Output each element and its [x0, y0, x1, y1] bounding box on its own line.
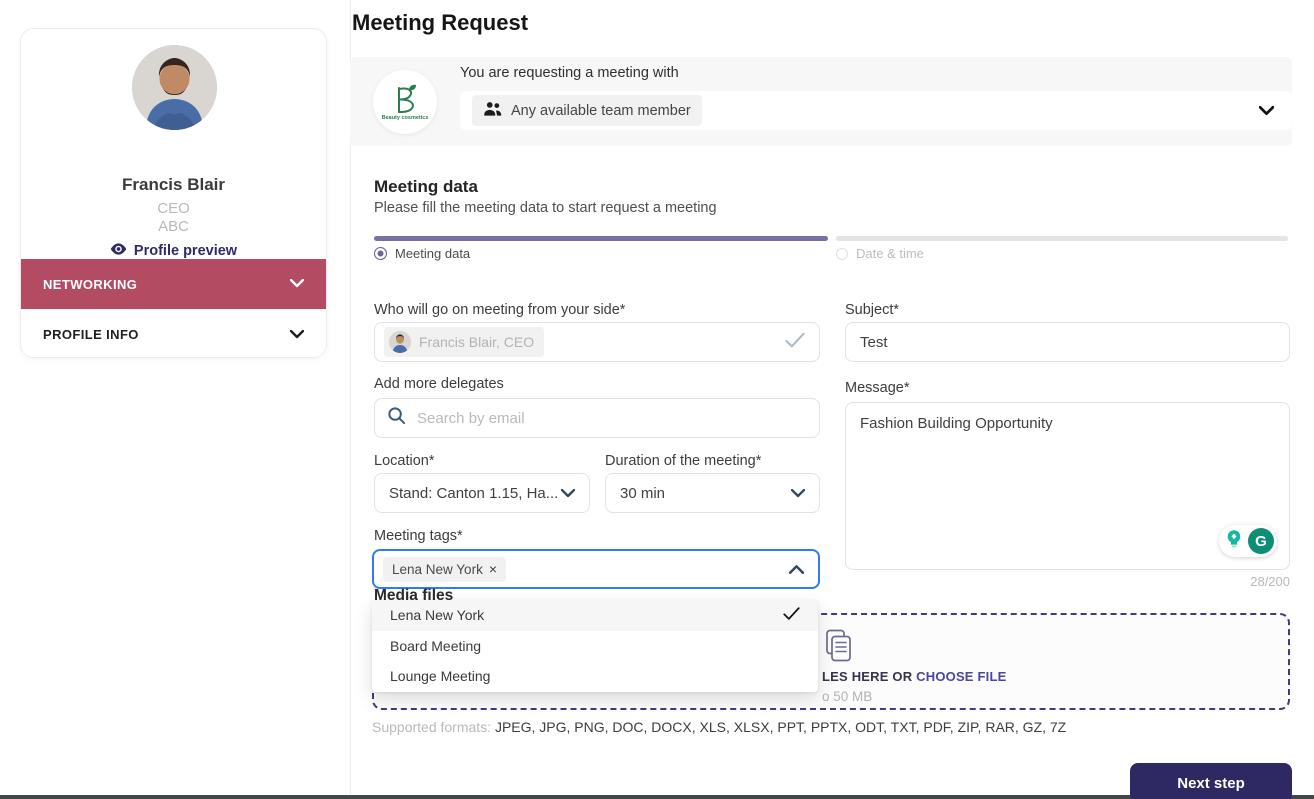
dropzone-text: LES HERE OR CHOOSE FILE	[822, 669, 1006, 684]
progress-bar-step2	[836, 236, 1288, 241]
grammarly-bulb-icon	[1222, 527, 1246, 555]
dropzone-text-fragment: LES HERE OR	[822, 669, 916, 684]
profile-card: Francis Blair CEO ABC Profile preview NE…	[20, 28, 327, 358]
delegate-field[interactable]: Francis Blair, CEO	[374, 322, 820, 362]
step-inactive-radio-icon	[836, 248, 848, 260]
profile-company: ABC	[21, 218, 326, 235]
chevron-down-icon	[791, 489, 805, 498]
eye-icon	[110, 243, 127, 259]
wizard-heading: Meeting data	[374, 177, 478, 197]
meeting-tags-label: Meeting tags*	[374, 528, 463, 544]
dropdown-option-board-meeting[interactable]: Board Meeting	[372, 631, 818, 662]
location-select[interactable]: Stand: Canton 1.15, Ha...	[374, 473, 590, 513]
chevron-down-icon	[290, 275, 304, 293]
message-label: Message*	[845, 380, 909, 396]
company-logo: Beauty cosmetics	[373, 70, 437, 134]
delegate-search-field[interactable]	[374, 398, 820, 438]
avatar-illustration	[132, 45, 217, 130]
files-icon	[824, 629, 854, 668]
step-active-radio-icon	[374, 247, 387, 260]
step2-label: Date & time	[856, 246, 924, 261]
subject-value: Test	[860, 334, 888, 351]
option-label: Lena New York	[390, 607, 484, 623]
delegate-value: Francis Blair, CEO	[419, 334, 534, 350]
delegate-chip: Francis Blair, CEO	[384, 327, 544, 357]
sidebar-item-profile-info[interactable]: PROFILE INFO	[21, 309, 326, 358]
supported-formats-prefix: Supported formats:	[372, 719, 495, 735]
tag-chip-label: Lena New York	[392, 562, 483, 577]
subject-label: Subject*	[845, 302, 899, 318]
next-step-button[interactable]: Next step	[1130, 763, 1292, 799]
page-title: Meeting Request	[352, 10, 528, 36]
dropdown-option-lena-new-york[interactable]: Lena New York	[372, 600, 818, 631]
people-icon	[483, 101, 502, 120]
networking-label: NETWORKING	[43, 277, 137, 292]
tags-dropdown: Lena New York Board Meeting Lounge Meeti…	[372, 600, 818, 692]
chevron-down-icon	[290, 326, 304, 344]
location-label: Location*	[374, 453, 434, 469]
team-member-chip: Any available team member	[472, 95, 702, 126]
check-icon	[785, 332, 805, 353]
profile-role: CEO	[21, 200, 326, 217]
supported-formats: Supported formats: JPEG, JPG, PNG, DOC, …	[372, 719, 1066, 735]
remove-tag-icon[interactable]: ×	[489, 562, 497, 576]
window-bottom-edge	[0, 795, 1314, 799]
profile-info-label: PROFILE INFO	[43, 327, 139, 342]
avatar	[132, 45, 217, 130]
wizard-step-date-time[interactable]: Date & time	[836, 246, 924, 261]
grammarly-widget[interactable]: G	[1219, 525, 1277, 557]
profile-name: Francis Blair	[21, 175, 326, 195]
add-delegates-label: Add more delegates	[374, 376, 504, 392]
duration-value: 30 min	[620, 485, 665, 502]
meeting-tags-multiselect[interactable]: Lena New York ×	[372, 549, 820, 589]
step1-label: Meeting data	[395, 246, 470, 261]
team-member-value: Any available team member	[511, 103, 691, 119]
progress-bar-step1	[374, 236, 828, 241]
wizard-step-meeting-data[interactable]: Meeting data	[374, 246, 470, 261]
dropdown-option-lounge-meeting[interactable]: Lounge Meeting	[372, 661, 818, 692]
chevron-down-icon	[1259, 106, 1274, 116]
grammarly-g-icon: G	[1248, 528, 1274, 554]
message-char-count: 28/200	[845, 574, 1290, 589]
sidebar-item-networking[interactable]: NETWORKING	[21, 259, 326, 309]
subject-field[interactable]: Test	[845, 322, 1290, 362]
dropzone-size-note: o 50 MB	[822, 689, 872, 704]
choose-file-link[interactable]: CHOOSE FILE	[916, 669, 1006, 684]
duration-select[interactable]: 30 min	[605, 473, 820, 513]
option-label: Board Meeting	[390, 638, 481, 654]
tag-chip: Lena New York ×	[383, 557, 506, 582]
profile-preview-label: Profile preview	[134, 243, 237, 259]
search-icon	[387, 406, 406, 430]
meeting-request-page: Francis Blair CEO ABC Profile preview NE…	[0, 0, 1314, 799]
delegate-avatar	[389, 331, 411, 353]
company-logo-text: Beauty cosmetics	[382, 115, 429, 121]
wizard-subheading: Please fill the meeting data to start re…	[374, 200, 717, 216]
selected-check-icon	[783, 607, 800, 623]
requesting-with-label: You are requesting a meeting with	[460, 65, 679, 81]
message-textarea[interactable]: Fashion Building Opportunity G	[845, 402, 1290, 570]
search-by-email-input[interactable]	[417, 410, 807, 427]
message-value: Fashion Building Opportunity	[860, 415, 1053, 432]
supported-formats-list: JPEG, JPG, PNG, DOC, DOCX, XLS, XLSX, PP…	[495, 719, 1066, 735]
team-member-select[interactable]: Any available team member	[460, 91, 1292, 130]
delegate-label: Who will go on meeting from your side*	[374, 302, 625, 318]
duration-label: Duration of the meeting*	[605, 453, 761, 469]
chevron-up-icon[interactable]	[789, 564, 804, 574]
profile-preview-link[interactable]: Profile preview	[21, 243, 326, 259]
option-label: Lounge Meeting	[390, 668, 490, 684]
location-value: Stand: Canton 1.15, Ha...	[389, 485, 558, 502]
chevron-down-icon	[561, 489, 575, 498]
company-logo-mark	[390, 83, 420, 117]
meeting-with-card: Beauty cosmetics You are requesting a me…	[350, 57, 1292, 146]
